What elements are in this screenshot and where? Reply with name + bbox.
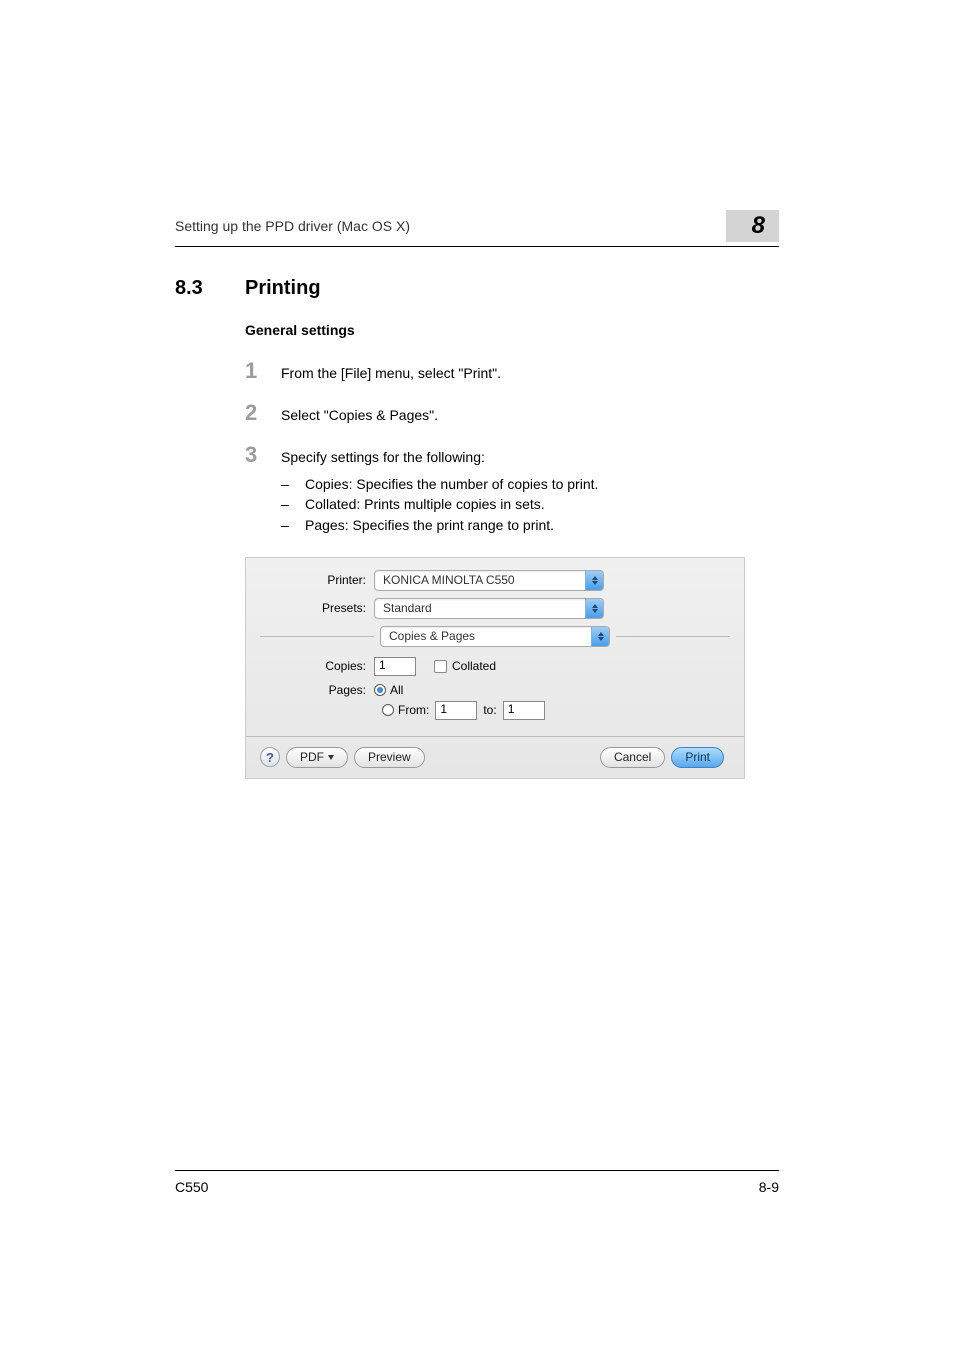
collated-checkbox[interactable]: [434, 660, 447, 673]
cancel-button[interactable]: Cancel: [600, 747, 665, 768]
subsection-title: General settings: [245, 322, 779, 338]
bullet-item: –Pages: Specifies the print range to pri…: [281, 515, 779, 535]
step-text: Select "Copies & Pages".: [281, 405, 438, 425]
print-dialog: Printer: KONICA MINOLTA C550 Presets: St…: [245, 557, 745, 779]
header-breadcrumb: Setting up the PPD driver (Mac OS X): [175, 218, 410, 234]
printer-select[interactable]: KONICA MINOLTA C550: [374, 570, 604, 591]
presets-label: Presets:: [260, 601, 374, 615]
step-text: Specify settings for the following:: [281, 447, 485, 467]
updown-icon: [585, 599, 603, 618]
updown-icon: [591, 627, 609, 646]
chapter-badge: 8: [726, 210, 779, 242]
section-title: Printing: [245, 277, 321, 300]
to-label: to:: [483, 703, 496, 717]
caret-down-icon: [328, 755, 334, 760]
printer-label: Printer:: [260, 573, 374, 587]
footer-divider: [175, 1170, 779, 1171]
step-text: From the [File] menu, select "Print".: [281, 363, 501, 383]
presets-select[interactable]: Standard: [374, 598, 604, 619]
footer-page-number: 8-9: [759, 1179, 779, 1195]
pages-all-radio[interactable]: [374, 684, 386, 696]
print-button[interactable]: Print: [671, 747, 724, 768]
from-input[interactable]: 1: [435, 701, 477, 720]
section-number: 8.3: [175, 277, 245, 300]
header-divider: [175, 246, 779, 247]
copies-label: Copies:: [260, 659, 374, 673]
pages-label: Pages:: [260, 683, 374, 697]
updown-icon: [585, 571, 603, 590]
bullet-item: –Copies: Specifies the number of copies …: [281, 474, 779, 494]
panel-select[interactable]: Copies & Pages: [380, 626, 610, 647]
step-number: 2: [245, 400, 281, 426]
copies-input[interactable]: 1: [374, 657, 416, 676]
bullet-item: –Collated: Prints multiple copies in set…: [281, 494, 779, 514]
footer-model: C550: [175, 1179, 208, 1195]
pages-all-label: All: [390, 683, 403, 697]
to-input[interactable]: 1: [503, 701, 545, 720]
pages-from-radio[interactable]: [382, 704, 394, 716]
pdf-button[interactable]: PDF: [286, 747, 348, 768]
step-number: 1: [245, 358, 281, 384]
help-button[interactable]: ?: [260, 747, 280, 767]
preview-button[interactable]: Preview: [354, 747, 425, 768]
step-number: 3: [245, 442, 281, 468]
from-label: From:: [398, 703, 429, 717]
collated-label: Collated: [452, 659, 496, 673]
